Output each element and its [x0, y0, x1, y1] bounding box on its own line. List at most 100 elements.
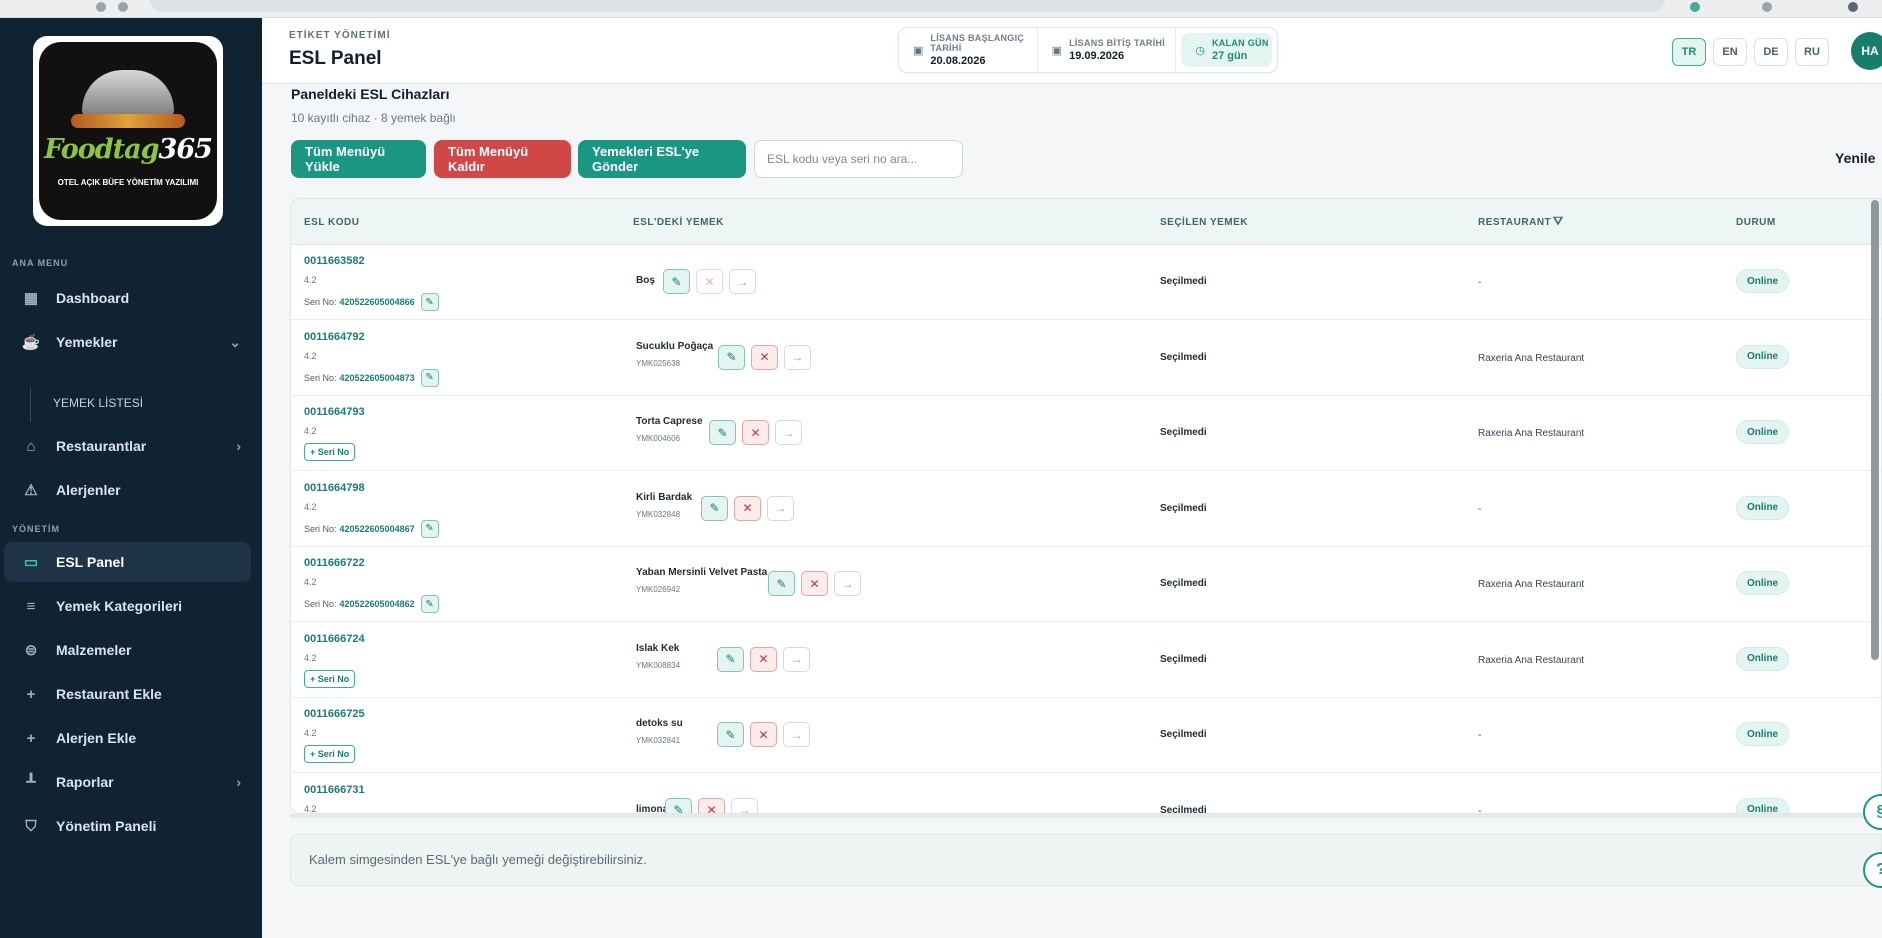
esl-food-name: Torta Caprese — [636, 416, 703, 427]
add-serial-button[interactable]: + Seri No — [304, 745, 356, 763]
esl-food-name: Kirli Bardak — [636, 491, 693, 503]
esl-code[interactable]: 0011664798 — [304, 482, 365, 494]
remove-x-icon[interactable]: ✕ — [696, 269, 723, 294]
add-serial-button[interactable]: + Seri No — [304, 443, 356, 461]
sidebar-item-label: Alerjen Ekle — [56, 730, 137, 746]
edit-pencil-icon[interactable]: ✎ — [665, 797, 692, 813]
send-arrow-icon[interactable]: → — [729, 269, 756, 294]
esl-code[interactable]: 0011663582 — [304, 255, 365, 267]
sidebar-item-label: Restaurantlar — [56, 438, 147, 454]
table-row: 0011666725 4.2 + Seri No detoks su YMK03… — [291, 698, 1881, 773]
table-row: 0011664798 4.2 Seri No: 420522605004867 ✎ … — [291, 472, 1881, 547]
info-note: Kalem simgesinden ESL'ye bağlı yemeği de… — [290, 834, 1882, 886]
column-header-esl-code[interactable]: ESL KODU — [304, 217, 360, 228]
column-header-esl-food[interactable]: ESL'DEKİ YEMEK — [633, 217, 724, 228]
edit-pencil-icon[interactable]: ✎ — [663, 269, 690, 294]
edit-pencil-icon[interactable]: ✎ — [718, 344, 745, 370]
remove-x-icon[interactable]: ✕ — [698, 797, 725, 813]
esl-code[interactable]: 0011664793 — [304, 406, 365, 418]
row-actions: ✎ ✕ → — [709, 420, 802, 445]
user-avatar[interactable]: HA — [1851, 32, 1882, 70]
serial-number: Seri No: 420522605004866 ✎ — [304, 293, 439, 311]
send-arrow-icon[interactable]: → — [775, 420, 802, 445]
sidebar-subitem-yemek-listesi[interactable]: YEMEK LİSTESİ — [53, 396, 143, 410]
send-arrow-icon[interactable]: → — [783, 722, 810, 747]
extension-icon[interactable] — [1762, 2, 1772, 12]
status-badge: Online — [1736, 722, 1790, 746]
edit-pencil-icon[interactable]: ✎ — [709, 420, 736, 445]
filter-icon[interactable]: ⛛ — [1553, 214, 1564, 229]
send-arrow-icon[interactable]: → — [767, 495, 794, 521]
sidebar-item-restaurant-ekle[interactable]: + Restaurant Ekle — [4, 674, 251, 714]
edit-pencil-icon[interactable]: ✎ — [717, 646, 744, 672]
browser-icon[interactable] — [118, 2, 128, 12]
restaurant-name: - — [1478, 805, 1482, 814]
esl-code[interactable]: 0011666731 — [304, 784, 365, 796]
search-input[interactable] — [754, 140, 963, 178]
remove-x-icon[interactable]: ✕ — [751, 344, 778, 370]
edit-serial-pencil-icon[interactable]: ✎ — [420, 519, 439, 538]
extension-icon[interactable] — [1690, 2, 1700, 12]
lang-de-button[interactable]: DE — [1754, 38, 1788, 66]
sidebar-item-yemek-kategorileri[interactable]: ≡ Yemek Kategorileri — [4, 586, 251, 626]
column-header-selected-food[interactable]: SEÇİLEN YEMEK — [1160, 217, 1248, 228]
edit-pencil-icon[interactable]: ✎ — [701, 495, 728, 521]
send-arrow-icon[interactable]: → — [783, 646, 810, 672]
browser-toolbar — [0, 0, 1882, 18]
esl-code[interactable]: 0011666722 — [304, 557, 365, 569]
sidebar-item-yonetim-paneli[interactable]: ⛉ Yönetim Paneli — [4, 806, 251, 846]
edit-pencil-icon[interactable]: ✎ — [717, 722, 744, 747]
app-logo[interactable]: Foodtag365 OTEL AÇIK BÜFE YÖNETİM YAZILI… — [33, 36, 223, 226]
esl-code[interactable]: 0011664792 — [304, 331, 365, 343]
sidebar-item-restaurantlar[interactable]: ⌂ Restaurantlar › — [4, 426, 251, 466]
remove-x-icon[interactable]: ✕ — [750, 646, 777, 672]
calendar-icon: ▣ — [1051, 44, 1063, 57]
chevron-right-icon: › — [236, 438, 241, 454]
send-to-esl-button[interactable]: Yemekleri ESL'ye Gönder — [578, 140, 746, 178]
send-arrow-icon[interactable]: → — [784, 344, 811, 370]
sidebar-item-dashboard[interactable]: ▦ Dashboard — [4, 278, 251, 318]
sidebar-item-alerjen-ekle[interactable]: + Alerjen Ekle — [4, 718, 251, 758]
column-header-status[interactable]: DURUM — [1736, 217, 1776, 228]
sidebar-item-esl-panel[interactable]: ▭ ESL Panel — [4, 542, 251, 582]
esl-code[interactable]: 0011666724 — [304, 633, 365, 645]
remove-all-menu-button[interactable]: Tüm Menüyü Kaldır — [434, 140, 571, 178]
address-bar[interactable] — [150, 0, 1665, 12]
remove-x-icon[interactable]: ✕ — [734, 495, 761, 521]
lang-tr-button[interactable]: TR — [1672, 38, 1706, 66]
cloche-icon — [82, 70, 174, 116]
column-header-restaurant[interactable]: RESTAURANT — [1478, 217, 1551, 228]
remove-x-icon[interactable]: ✕ — [742, 420, 769, 445]
refresh-button[interactable]: Yenile — [1835, 150, 1875, 166]
edit-serial-pencil-icon[interactable]: ✎ — [420, 595, 439, 613]
lang-en-button[interactable]: EN — [1713, 38, 1747, 66]
page-title: ESL Panel — [289, 48, 382, 69]
sidebar-item-malzemeler[interactable]: ⊜ Malzemeler — [4, 630, 251, 670]
remove-x-icon[interactable]: ✕ — [750, 722, 777, 747]
horizontal-scrollbar[interactable] — [290, 814, 1882, 818]
restaurant-name: - — [1478, 730, 1482, 741]
edit-serial-pencil-icon[interactable]: ✎ — [420, 368, 439, 387]
esl-food-name: detoks su — [636, 718, 683, 729]
cup-icon: ☕ — [21, 334, 41, 351]
edit-serial-pencil-icon[interactable]: ✎ — [420, 293, 439, 311]
remove-x-icon[interactable]: ✕ — [801, 571, 828, 596]
sidebar-item-alerjenler[interactable]: ⚠ Alerjenler — [4, 470, 251, 510]
esl-code[interactable]: 0011666725 — [304, 708, 365, 720]
plus-icon: + — [26, 685, 36, 703]
profile-icon[interactable] — [1848, 2, 1858, 12]
submenu-line — [30, 388, 31, 422]
sidebar-item-yemekler[interactable]: ☕ Yemekler ⌄ — [4, 322, 251, 362]
lang-ru-button[interactable]: RU — [1795, 38, 1829, 66]
send-arrow-icon[interactable]: → — [731, 797, 758, 813]
send-arrow-icon[interactable]: → — [834, 571, 861, 596]
edit-pencil-icon[interactable]: ✎ — [768, 571, 795, 596]
add-serial-button[interactable]: + Seri No — [304, 669, 356, 688]
sidebar-item-raporlar[interactable]: ┸ Raporlar › — [4, 762, 251, 802]
vertical-scrollbar[interactable] — [1871, 200, 1879, 660]
days-left-label: KALAN GÜN — [1211, 38, 1269, 48]
load-all-menu-button[interactable]: Tüm Menüyü Yükle — [291, 140, 426, 178]
status-badge: Online — [1736, 571, 1790, 595]
table-row: 0011664793 4.2 + Seri No Torta Caprese Y… — [291, 396, 1881, 471]
browser-icon[interactable] — [96, 2, 106, 12]
